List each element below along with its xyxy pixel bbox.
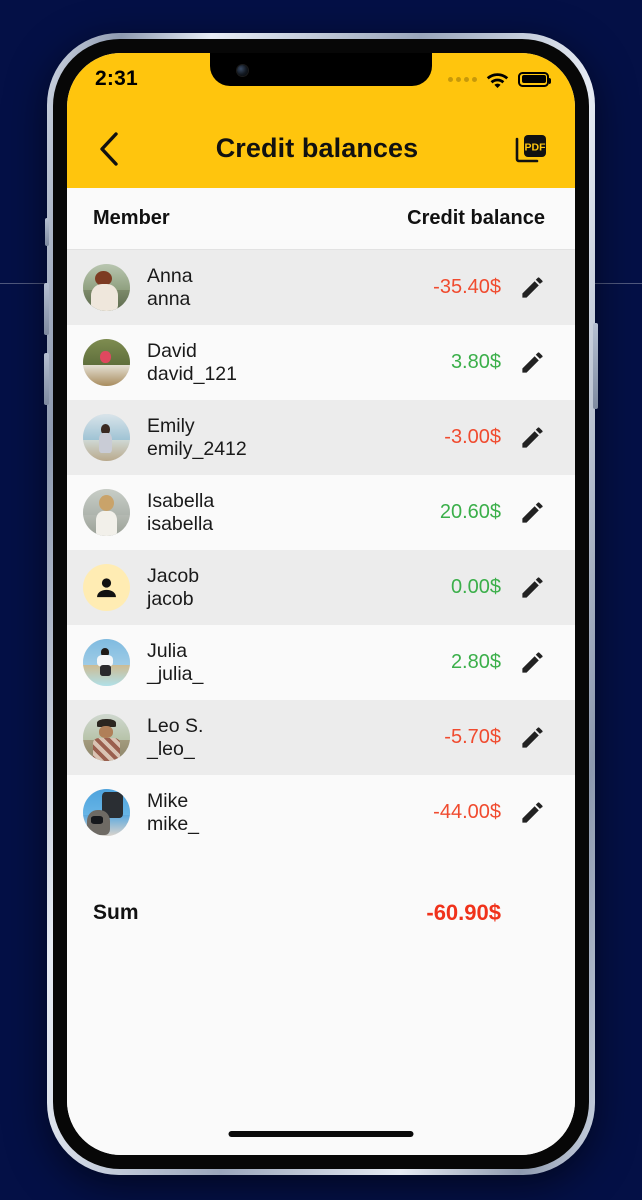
edit-balance-button[interactable] — [511, 724, 553, 751]
chevron-left-icon — [100, 131, 118, 166]
pencil-icon — [521, 502, 543, 523]
member-handle: david_121 — [147, 362, 237, 385]
avatar — [83, 264, 130, 311]
pencil-icon — [521, 277, 543, 298]
credit-balance-value: -44.00$ — [433, 801, 501, 823]
member-list: Anna anna -35.40$ David david_121 3.80$ … — [67, 250, 575, 850]
avatar — [83, 414, 130, 461]
credit-balance-value: 3.80$ — [450, 351, 501, 373]
sum-label: Sum — [93, 901, 139, 924]
list-header: Member Credit balance — [67, 188, 575, 250]
member-handle: anna — [147, 287, 191, 310]
status-bar-time: 2:31 — [95, 67, 138, 90]
silent-switch[interactable] — [45, 218, 49, 246]
avatar-placeholder — [83, 564, 130, 611]
pdf-export-icon: PDF — [515, 134, 547, 162]
pencil-icon — [521, 802, 543, 823]
export-pdf-button[interactable]: PDF — [511, 129, 551, 169]
edit-balance-button[interactable] — [511, 274, 553, 301]
home-indicator[interactable] — [228, 1131, 414, 1137]
member-names: Jacob jacob — [147, 565, 199, 611]
front-camera-icon — [237, 65, 248, 76]
member-handle: isabella — [147, 512, 214, 535]
column-header-member: Member — [93, 207, 170, 229]
phone-bezel: 2:31 Credit balances PDF Member Credit b… — [53, 39, 589, 1169]
member-handle: _leo_ — [147, 737, 195, 760]
table-row[interactable]: Julia _julia_ 2.80$ — [67, 625, 575, 700]
edit-balance-button[interactable] — [511, 499, 553, 526]
sum-value: -60.90$ — [426, 900, 501, 925]
table-row[interactable]: Jacob jacob 0.00$ — [67, 550, 575, 625]
person-icon — [97, 578, 116, 598]
member-names: Julia _julia_ — [147, 640, 203, 686]
credit-balance-value: 0.00$ — [450, 576, 501, 598]
table-row[interactable]: Anna anna -35.40$ — [67, 250, 575, 325]
pencil-icon — [521, 352, 543, 373]
table-row[interactable]: Emily emily_2412 -3.00$ — [67, 400, 575, 475]
edit-balance-button[interactable] — [511, 799, 553, 826]
edit-balance-button[interactable] — [511, 349, 553, 376]
status-bar-indicators — [448, 71, 551, 88]
member-names: Leo S. _leo_ — [147, 715, 203, 761]
pencil-icon — [521, 652, 543, 673]
edit-balance-button[interactable] — [511, 649, 553, 676]
wifi-icon — [486, 72, 509, 88]
member-name: Emily — [147, 414, 195, 437]
member-name: Leo S. — [147, 714, 204, 737]
svg-text:PDF: PDF — [525, 141, 547, 153]
phone-device-frame: 2:31 Credit balances PDF Member Credit b… — [44, 33, 598, 1175]
device-notch — [210, 53, 432, 86]
volume-down-button[interactable] — [44, 353, 49, 405]
member-names: David david_121 — [147, 340, 237, 386]
member-name: Isabella — [147, 489, 215, 512]
member-names: Isabella isabella — [147, 490, 214, 536]
member-names: Mike mike_ — [147, 790, 199, 836]
power-button[interactable] — [593, 323, 598, 409]
member-handle: emily_2412 — [147, 437, 247, 460]
pencil-icon — [521, 427, 543, 448]
table-row[interactable]: Leo S. _leo_ -5.70$ — [67, 700, 575, 775]
member-name: David — [147, 339, 197, 362]
table-row[interactable]: Mike mike_ -44.00$ — [67, 775, 575, 850]
app-bar: Credit balances PDF — [67, 109, 575, 188]
member-name: Julia — [147, 639, 188, 662]
edit-balance-button[interactable] — [511, 424, 553, 451]
member-handle: jacob — [147, 587, 194, 610]
pencil-icon — [521, 577, 543, 598]
edit-balance-button[interactable] — [511, 574, 553, 601]
battery-full-icon — [518, 71, 551, 87]
sum-row: Sum -60.90$ — [67, 882, 575, 944]
cellular-dots-icon — [448, 76, 477, 82]
credit-balance-value: 20.60$ — [439, 501, 501, 523]
volume-up-button[interactable] — [44, 283, 49, 335]
member-name: Jacob — [147, 564, 200, 587]
credit-balance-value: -3.00$ — [444, 426, 501, 448]
member-name: Anna — [147, 264, 193, 287]
member-handle: mike_ — [147, 812, 200, 835]
avatar — [83, 339, 130, 386]
member-name: Mike — [147, 789, 189, 812]
member-names: Anna anna — [147, 265, 193, 311]
avatar — [83, 489, 130, 536]
credit-balance-value: -5.70$ — [444, 726, 501, 748]
credit-balance-value: 2.80$ — [450, 651, 501, 673]
content-spacer — [67, 944, 575, 1155]
avatar — [83, 639, 130, 686]
table-row[interactable]: Isabella isabella 20.60$ — [67, 475, 575, 550]
pencil-icon — [521, 727, 543, 748]
member-names: Emily emily_2412 — [147, 415, 247, 461]
table-row[interactable]: David david_121 3.80$ — [67, 325, 575, 400]
credit-balance-value: -35.40$ — [433, 276, 501, 298]
member-handle: _julia_ — [147, 662, 204, 685]
avatar — [83, 789, 130, 836]
column-header-balance: Credit balance — [407, 207, 545, 229]
avatar — [83, 714, 130, 761]
page-title: Credit balances — [215, 133, 419, 163]
phone-screen: 2:31 Credit balances PDF Member Credit b… — [67, 53, 575, 1155]
